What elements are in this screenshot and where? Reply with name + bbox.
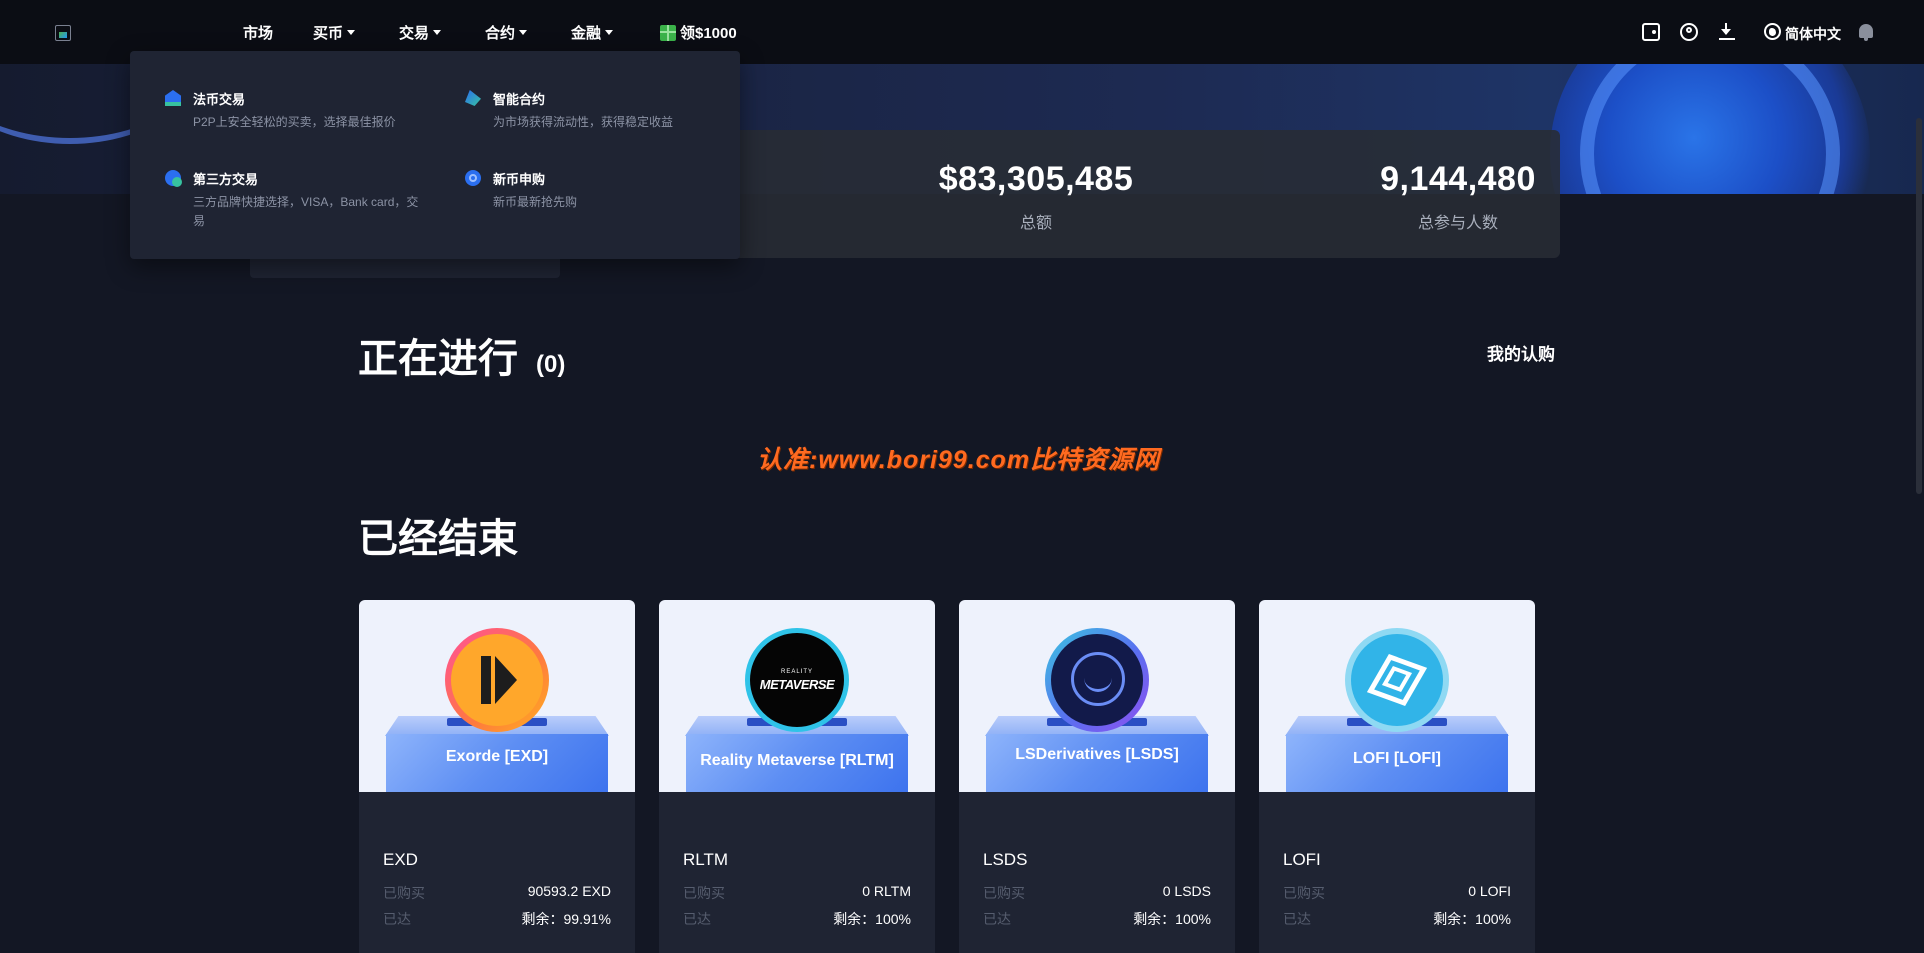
bought-value: 0 LOFI <box>1468 883 1511 899</box>
remaining-value: 剩余：100% <box>833 911 911 927</box>
chevron-down-icon <box>347 30 356 35</box>
stat-label: 总额 <box>1019 215 1052 232</box>
exd-coin-face <box>451 634 543 726</box>
remaining-value: 剩余：100% <box>1133 911 1211 927</box>
reached-label: 已达 <box>983 911 1011 927</box>
card-illustration: REALITY METAVERSE Reality Metaverse [RLT… <box>659 600 935 792</box>
stat-value: 9,144,480 <box>1380 160 1536 198</box>
lofi-coin-face <box>1351 634 1443 726</box>
scrollbar-thumb[interactable] <box>1916 118 1922 494</box>
lsds-coin-face <box>1051 634 1143 726</box>
card-symbol: EXD <box>383 850 418 869</box>
globe-icon[interactable] <box>1764 23 1781 40</box>
ended-section-title: 已经结束 <box>358 517 518 561</box>
reached-label: 已达 <box>683 911 711 927</box>
bonus-label: 领$1000 <box>680 25 737 42</box>
third-party-icon <box>165 170 182 187</box>
nav-item-market[interactable]: 市场 <box>243 22 273 43</box>
project-card-lsds[interactable]: LSDerivatives [LSDS] LSDS 已购买 0 LSDS 已达 … <box>959 600 1235 953</box>
language-selector[interactable]: 简体中文 <box>1785 24 1841 44</box>
bought-value: 90593.2 EXD <box>527 883 611 899</box>
dropdown-item-desc: 为市场获得流动性，获得稳定收益 <box>493 115 674 129</box>
my-subscription-link[interactable]: 我的认购 <box>1487 340 1555 365</box>
rltm-coin-face: REALITY METAVERSE <box>750 633 844 727</box>
reached-label: 已达 <box>1283 911 1311 927</box>
gift-icon <box>660 24 676 41</box>
nav-item-trade[interactable]: 交易 <box>399 22 442 43</box>
card-symbol: LSDS <box>983 850 1028 869</box>
hero-orb-ring-decoration <box>1580 64 1840 194</box>
bought-label: 已购买 <box>683 885 725 901</box>
ongoing-title: 正在进行 <box>358 337 518 381</box>
remaining-value: 剩余：100% <box>1433 911 1511 927</box>
stat-label: 总参与人数 <box>1417 215 1498 232</box>
project-card-exd[interactable]: Exorde [EXD] EXD 已购买 90593.2 EXD 已达 剩余：9… <box>359 600 635 953</box>
reached-label: 已达 <box>383 911 411 927</box>
stat-value: $83,305,485 <box>938 160 1134 198</box>
watermark-text: 认准:www.bori99.com比特资源网 <box>757 446 1161 474</box>
rltm-coin-subtext: REALITY <box>780 669 813 675</box>
nav-item-label: 市场 <box>243 25 274 42</box>
ongoing-section-title: 正在进行 (0) <box>358 326 565 384</box>
wallet-icon[interactable] <box>1642 23 1660 41</box>
chevron-down-icon <box>433 30 442 35</box>
dropdown-item-title: 智能合约 <box>493 92 546 107</box>
new-coin-icon <box>465 170 481 186</box>
nav-item-buy-crypto[interactable]: 买币 <box>313 22 356 43</box>
bought-label: 已购买 <box>983 885 1025 901</box>
ongoing-count: (0) <box>536 351 566 378</box>
fiat-icon <box>165 90 181 106</box>
chevron-down-icon <box>605 30 614 35</box>
lsds-coin-icon <box>1045 628 1149 732</box>
download-arrow <box>1721 29 1731 35</box>
download-icon[interactable] <box>1718 23 1736 41</box>
chevron-down-icon <box>519 30 528 35</box>
box-label: Exorde [EXD] <box>445 748 549 765</box>
box-label: Reality Metaverse [RLTM] <box>700 752 894 769</box>
dropdown-item-desc: 新币最新抢先购 <box>493 195 578 209</box>
dropdown-item-title: 新币申购 <box>493 172 546 187</box>
stat-total-amount: $83,305,485 总额 <box>886 160 1186 233</box>
logo-broken-image-icon[interactable] <box>55 25 71 41</box>
nav-item-finance[interactable]: 金融 <box>571 22 614 43</box>
stat-total-participants: 9,144,480 总参与人数 <box>1308 160 1608 233</box>
bought-label: 已购买 <box>1283 885 1325 901</box>
card-illustration: LOFI [LOFI] <box>1259 600 1535 792</box>
smart-contract-icon <box>465 90 481 106</box>
card-illustration: LSDerivatives [LSDS] <box>959 600 1235 792</box>
remaining-value: 剩余：99.91% <box>521 911 611 927</box>
lofi-coin-icon <box>1345 628 1449 732</box>
rltm-coin-text: METAVERSE <box>759 677 835 692</box>
rltm-coin-icon: REALITY METAVERSE <box>745 628 849 732</box>
dropdown-item-title: 法币交易 <box>193 92 246 107</box>
nav-item-label: 金融 <box>571 25 602 42</box>
user-icon[interactable] <box>1680 23 1698 41</box>
card-symbol: RLTM <box>683 850 729 869</box>
page: 市场 买币 交易 合约 金融 领$1000 简体中文 $83,305,485 总… <box>0 0 1924 953</box>
nav-item-bonus[interactable]: 领$1000 <box>660 22 737 43</box>
dropdown-item-title: 第三方交易 <box>193 172 259 187</box>
bought-label: 已购买 <box>383 885 425 901</box>
nav-item-label: 交易 <box>399 25 430 42</box>
bell-icon[interactable] <box>1859 24 1873 41</box>
card-illustration: Exorde [EXD] <box>359 600 635 792</box>
nav-item-label: 买币 <box>313 25 344 42</box>
card-symbol: LOFI <box>1283 850 1321 869</box>
dropdown-item-desc: P2P上安全轻松的买卖，选择最佳报价 <box>193 115 396 129</box>
nav-item-label: 合约 <box>485 25 516 42</box>
exd-coin-icon <box>445 628 549 732</box>
box-label: LSDerivatives [LSDS] <box>1015 746 1179 763</box>
dropdown-item-desc: 三方品牌快捷选择，VISA，Bank card，交易 <box>193 195 419 228</box>
project-card-lofi[interactable]: LOFI [LOFI] LOFI 已购买 0 LOFI 已达 剩余：100% <box>1259 600 1535 953</box>
buy-crypto-dropdown: 法币交易 P2P上安全轻松的买卖，选择最佳报价 智能合约 为市场获得流动性，获得… <box>130 51 740 259</box>
bought-value: 0 LSDS <box>1162 883 1211 899</box>
smiley-face-icon <box>1071 652 1125 706</box>
bought-value: 0 RLTM <box>862 883 911 899</box>
nav-item-contract[interactable]: 合约 <box>485 22 528 43</box>
box-label: LOFI [LOFI] <box>1353 750 1441 767</box>
project-card-rltm[interactable]: REALITY METAVERSE Reality Metaverse [RLT… <box>659 600 935 953</box>
